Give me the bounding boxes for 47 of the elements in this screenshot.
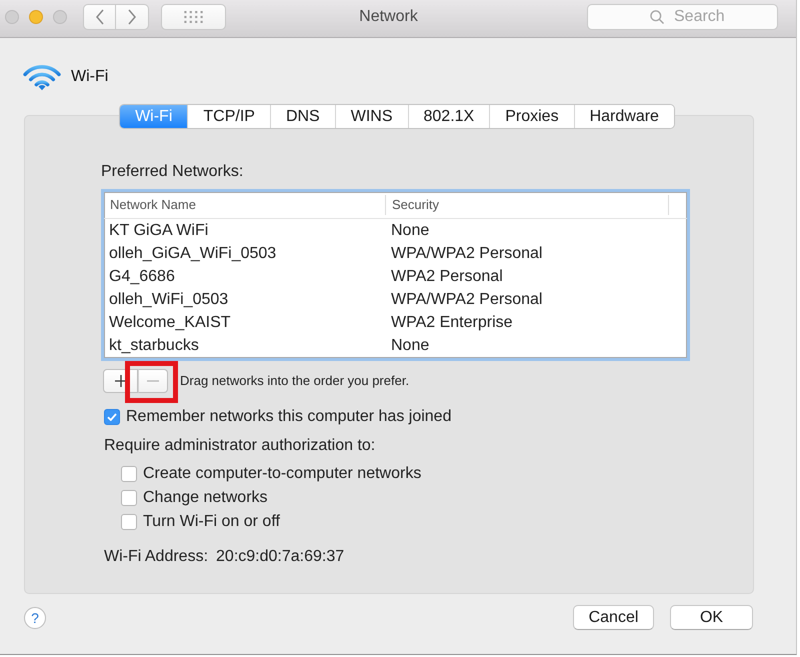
- networks-table[interactable]: Network Name Security KT GiGA WiFi None olleh_GiGA_WiFi_0503 WPA/WPA2 Personal G4_6686 WPA2 Personal olleh_WiFi_0503 WPA/WPA2 Personal Welcome_KAIST WPA2 Enterprise kt_starbucks None: [101, 189, 690, 361]
- table-cell-text: olleh_WiFi_0503: [108, 290, 230, 310]
- checkbox-label: Remember networks this computer has joined: [126, 407, 452, 427]
- checkmark-icon: [107, 413, 117, 421]
- grid-icon: [184, 11, 203, 23]
- section-label: Require administrator authorization to:: [104, 437, 376, 455]
- hint-text: Drag networks into the order you prefer.: [180, 372, 410, 390]
- chevron-left-icon: [94, 9, 104, 25]
- table-cell-text: None: [390, 336, 430, 356]
- chevron-right-icon: [127, 9, 137, 25]
- address-value: 20:c9:d0:7a:69:37: [216, 548, 344, 566]
- help-button[interactable]: ?: [24, 606, 46, 628]
- table-cell-text: None: [390, 221, 430, 241]
- search-icon: [650, 10, 664, 24]
- table-cell-text: G4_6686: [108, 267, 176, 287]
- section-label: Preferred Networks:: [101, 163, 244, 181]
- checkbox[interactable]: [121, 514, 137, 530]
- checkbox-label: Change networks: [143, 488, 268, 508]
- table-cell-text: kt_starbucks: [108, 336, 200, 356]
- table-cell-text: WPA2 Enterprise: [390, 313, 513, 333]
- forward-button[interactable]: [116, 4, 149, 30]
- service-name: Wi-Fi: [71, 67, 108, 87]
- checkbox-label: Turn Wi-Fi on or off: [143, 512, 280, 532]
- back-button[interactable]: [83, 4, 116, 30]
- checkbox[interactable]: [121, 490, 137, 506]
- column-header[interactable]: Network Name: [104, 192, 385, 218]
- minus-icon: [147, 380, 159, 382]
- checkbox-label: Create computer-to-computer networks: [143, 464, 422, 484]
- ok-button[interactable]: OK: [670, 605, 753, 630]
- table-cell-text: WPA/WPA2 Personal: [390, 244, 542, 264]
- address-label: Wi-Fi Address:: [104, 548, 208, 566]
- minimize-button[interactable]: [29, 10, 43, 24]
- column-header[interactable]: Security: [385, 195, 668, 215]
- table-cell-text: Welcome_KAIST: [108, 313, 232, 333]
- table-cell-text: olleh_GiGA_WiFi_0503: [108, 244, 278, 264]
- table-cell-text: KT GiGA WiFi: [108, 221, 210, 241]
- tab[interactable]: Hardware: [574, 105, 674, 128]
- table-cell-text: WPA/WPA2 Personal: [390, 290, 542, 310]
- checkbox[interactable]: [104, 409, 120, 425]
- search-field[interactable]: Search: [587, 4, 778, 30]
- window-title: Network: [358, 7, 419, 27]
- show-all-button[interactable]: [161, 4, 226, 30]
- wifi-icon: [23, 64, 61, 90]
- cancel-button[interactable]: Cancel: [573, 605, 654, 630]
- plus-icon: [114, 375, 126, 387]
- checkbox[interactable]: [121, 466, 137, 482]
- table-cell-text: WPA2 Personal: [390, 267, 503, 287]
